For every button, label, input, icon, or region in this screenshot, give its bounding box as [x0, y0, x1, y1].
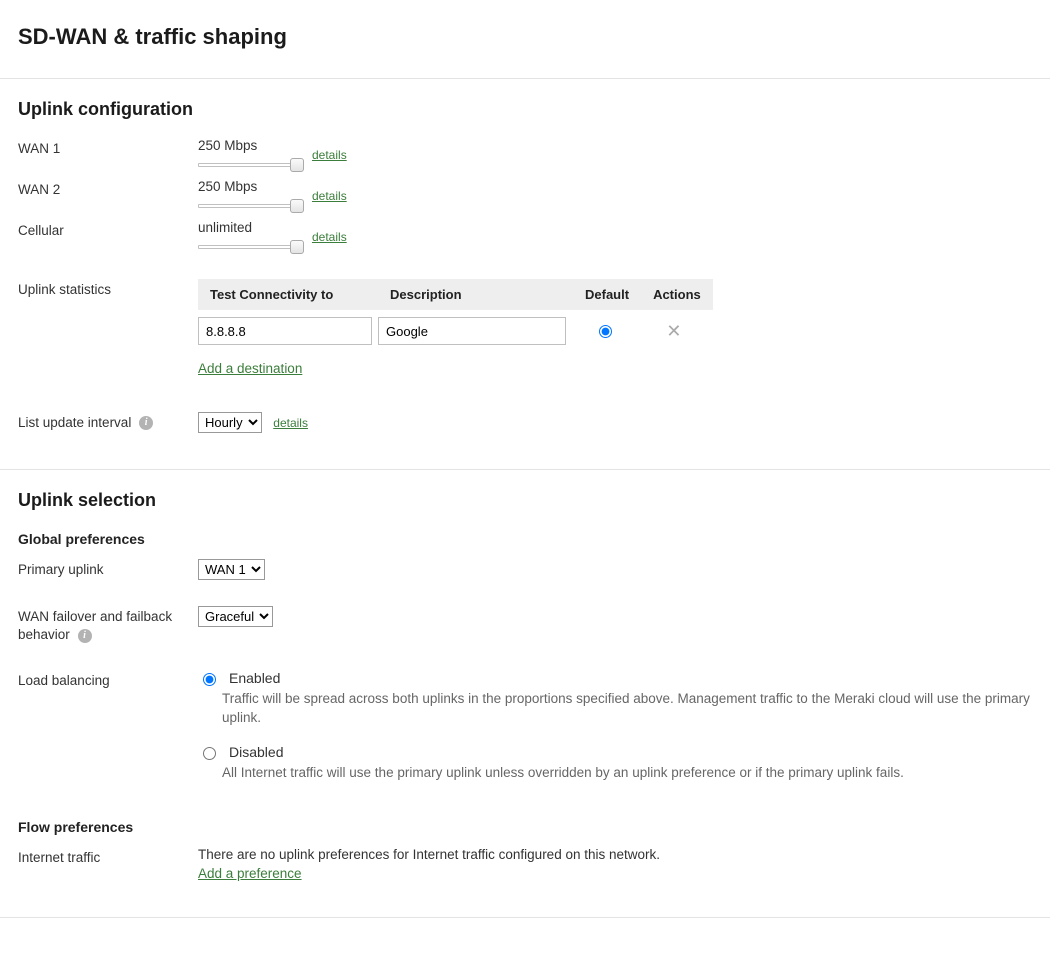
disabled-description: All Internet traffic will use the primar…: [222, 764, 1032, 783]
th-description: Description: [378, 279, 573, 311]
global-preferences-heading: Global preferences: [18, 531, 1032, 547]
cellular-value: unlimited: [198, 220, 252, 235]
cellular-label: Cellular: [18, 220, 198, 240]
list-update-interval-row: List update interval i Hourly details: [18, 412, 1032, 433]
wan1-label: WAN 1: [18, 138, 198, 158]
primary-uplink-row: Primary uplink WAN 1: [18, 559, 1032, 580]
cellular-slider[interactable]: [198, 241, 298, 253]
page-title: SD-WAN & traffic shaping: [18, 24, 1032, 50]
enabled-label: Enabled: [229, 670, 280, 686]
wan1-slider[interactable]: [198, 159, 298, 171]
list-update-interval-label: List update interval: [18, 415, 131, 430]
uplink-selection-heading: Uplink selection: [18, 490, 1032, 511]
list-update-interval-select[interactable]: Hourly: [198, 412, 262, 433]
internet-traffic-row: Internet traffic There are no uplink pre…: [18, 847, 1032, 881]
uplink-config-heading: Uplink configuration: [18, 99, 1032, 120]
flow-preferences-heading: Flow preferences: [18, 819, 1032, 835]
divider: [0, 469, 1050, 470]
failover-select[interactable]: Graceful: [198, 606, 273, 627]
info-icon[interactable]: i: [78, 629, 92, 643]
wan1-row: WAN 1 250 Mbps details: [18, 138, 1032, 171]
wan2-row: WAN 2 250 Mbps details: [18, 179, 1032, 212]
wan2-value: 250 Mbps: [198, 179, 257, 194]
wan2-label: WAN 2: [18, 179, 198, 199]
th-test-connectivity: Test Connectivity to: [198, 279, 378, 311]
failover-label: WAN failover and failback behavior: [18, 609, 172, 642]
internet-traffic-label: Internet traffic: [18, 847, 198, 867]
divider: [0, 78, 1050, 79]
table-row: ✕: [198, 311, 713, 352]
load-balancing-disabled-radio[interactable]: [203, 747, 216, 760]
load-balancing-label: Load balancing: [18, 670, 198, 690]
th-actions: Actions: [641, 279, 713, 311]
uplink-stats-label: Uplink statistics: [18, 279, 198, 299]
internet-traffic-empty-text: There are no uplink preferences for Inte…: [198, 847, 1032, 862]
load-balancing-enabled-radio[interactable]: [203, 673, 216, 686]
enabled-description: Traffic will be spread across both uplin…: [222, 690, 1032, 728]
uplink-stats-row: Uplink statistics Test Connectivity to D…: [18, 279, 1032, 376]
test-connectivity-input[interactable]: [198, 317, 372, 345]
cellular-details-link[interactable]: details: [312, 230, 347, 244]
info-icon[interactable]: i: [139, 416, 153, 430]
th-default: Default: [573, 279, 641, 311]
delete-row-button[interactable]: ✕: [666, 321, 681, 341]
cellular-row: Cellular unlimited details: [18, 220, 1032, 253]
disabled-label: Disabled: [229, 744, 283, 760]
add-preference-link[interactable]: Add a preference: [198, 866, 302, 881]
failover-row: WAN failover and failback behavior i Gra…: [18, 606, 1032, 644]
uplink-stats-table: Test Connectivity to Description Default…: [198, 279, 713, 351]
primary-uplink-label: Primary uplink: [18, 559, 198, 579]
wan2-details-link[interactable]: details: [312, 189, 347, 203]
divider: [0, 917, 1050, 918]
wan2-slider[interactable]: [198, 200, 298, 212]
primary-uplink-select[interactable]: WAN 1: [198, 559, 265, 580]
wan1-value: 250 Mbps: [198, 138, 257, 153]
add-destination-link[interactable]: Add a destination: [198, 361, 302, 376]
interval-details-link[interactable]: details: [273, 416, 308, 430]
default-radio[interactable]: [599, 325, 612, 338]
wan1-details-link[interactable]: details: [312, 148, 347, 162]
load-balancing-row: Load balancing Enabled Traffic will be s…: [18, 670, 1032, 799]
description-input[interactable]: [378, 317, 566, 345]
